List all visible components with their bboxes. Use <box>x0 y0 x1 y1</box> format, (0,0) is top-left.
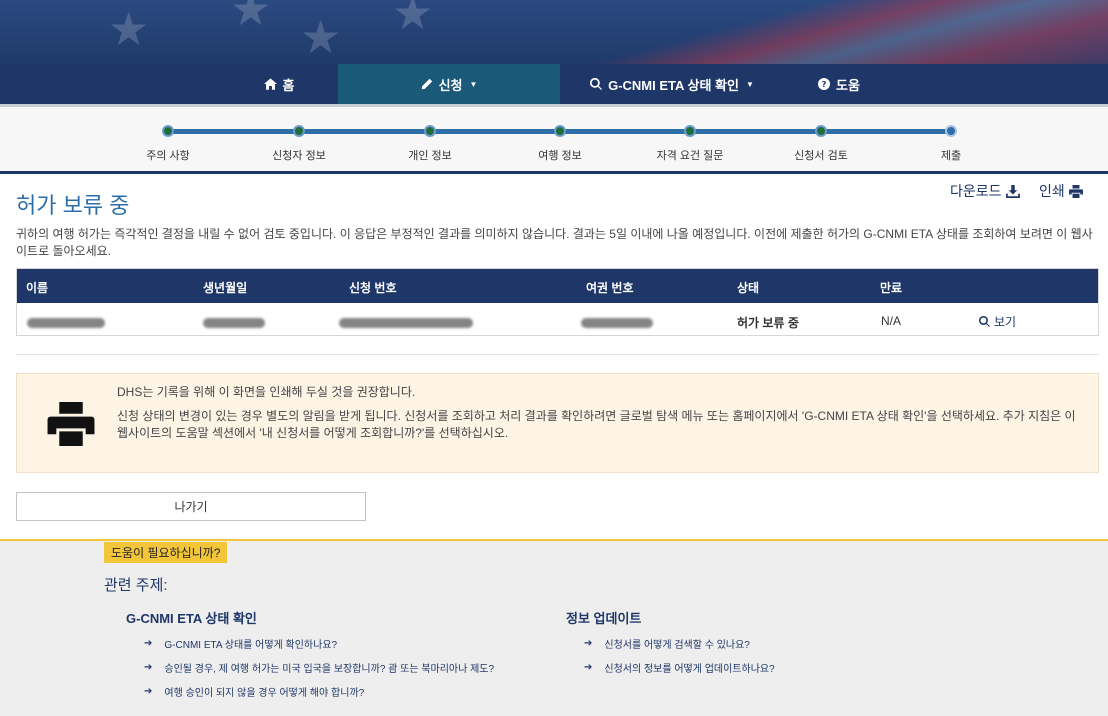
printer-icon <box>47 402 95 446</box>
arrow-right-icon: ➔ <box>144 638 153 649</box>
help-badge: 도움이 필요하십니까? <box>104 542 228 563</box>
help-link[interactable]: ➔ 여행 승인이 되지 않을 경우 어떻게 해야 합니까? <box>144 684 364 699</box>
step-dot <box>293 125 305 137</box>
help-link-label: G-CNMI ETA 상태를 어떻게 확인하나요? <box>164 640 338 651</box>
print-notice: DHS는 기록을 위해 이 화면을 인쇄해 두실 것을 권장합니다. 신청 상태… <box>16 373 1099 473</box>
step-label: 제출 <box>940 150 962 162</box>
nav-status-check-label: G-CNMI ETA 상태 확인 <box>608 77 739 93</box>
status-description: 귀하의 여행 허가는 즉각적인 결정을 내릴 수 없어 검토 중입니다. 이 응… <box>16 227 1093 258</box>
help-link-label: 신청서를 어떻게 검색할 수 있나요? <box>604 640 750 651</box>
step-label: 자격 요건 질문 <box>656 150 724 162</box>
star-decoration: ★ <box>108 3 150 55</box>
nav-help[interactable]: ? 도움 <box>784 64 894 104</box>
related-topics-title: 관련 주제: <box>104 577 168 594</box>
caret-down-icon: ▼ <box>469 79 478 89</box>
arrow-right-icon: ➔ <box>144 686 153 697</box>
application-table: 이름 생년월일 신청 번호 여권 번호 상태 만료 허가 보류 중 N/A 보기 <box>16 268 1099 336</box>
table-header: 이름 생년월일 신청 번호 여권 번호 상태 만료 <box>17 269 1098 303</box>
redacted-app-number <box>339 318 473 328</box>
view-link[interactable]: 보기 <box>979 313 1016 330</box>
arrow-right-icon: ➔ <box>584 638 593 649</box>
nav-status-check[interactable]: G-CNMI ETA 상태 확인 ▼ <box>560 64 784 104</box>
help-col-update-title: 정보 업데이트 <box>566 611 642 626</box>
exit-button[interactable]: 나가기 <box>16 492 366 521</box>
arrow-right-icon: ➔ <box>584 662 593 673</box>
print-label: 인쇄 <box>1039 183 1065 199</box>
help-link[interactable]: ➔ 승인될 경우, 제 여행 허가는 미국 입국을 보장합니까? 괌 또는 북마… <box>144 660 494 675</box>
help-link[interactable]: ➔ G-CNMI ETA 상태를 어떻게 확인하나요? <box>144 636 337 651</box>
col-dob: 생년월일 <box>203 281 248 295</box>
redacted-passport <box>581 318 653 328</box>
arrow-right-icon: ➔ <box>144 662 153 673</box>
col-expiry: 만료 <box>880 281 903 295</box>
star-decoration: ★ <box>392 0 434 39</box>
header-banner: ★ ★ ★ ★ <box>0 0 1108 64</box>
step-label: 개인 정보 <box>408 150 452 162</box>
help-link-label: 신청서의 정보를 어떻게 업데이트하나요? <box>604 664 775 675</box>
search-icon <box>979 316 990 327</box>
notice-line-2: 신청 상태의 변경이 있는 경우 별도의 알림을 받게 됩니다. 신청서를 조회… <box>117 409 1076 440</box>
print-button[interactable]: 인쇄 <box>1039 181 1083 201</box>
row-status: 허가 보류 중 <box>737 316 799 330</box>
step-dot-current <box>945 125 957 137</box>
step-label: 신청자 정보 <box>272 150 326 162</box>
pencil-icon <box>421 78 432 90</box>
nav-home[interactable]: 홈 <box>220 64 338 104</box>
redacted-dob <box>203 318 265 328</box>
help-link[interactable]: ➔ 신청서를 어떻게 검색할 수 있나요? <box>584 636 750 651</box>
question-circle-icon: ? <box>818 78 831 90</box>
download-icon <box>1005 184 1020 198</box>
page-title: 허가 보류 중 <box>16 193 130 218</box>
col-app-number: 신청 번호 <box>349 281 397 295</box>
step-dot <box>424 125 436 137</box>
help-section: 도움이 필요하십니까? 관련 주제: G-CNMI ETA 상태 확인 ➔ G-… <box>0 539 1108 716</box>
step-dot <box>554 125 566 137</box>
help-col-status-title: G-CNMI ETA 상태 확인 <box>126 611 257 626</box>
nav-apply[interactable]: 신청 ▼ <box>338 64 560 104</box>
nav-help-label: 도움 <box>836 77 860 93</box>
download-button[interactable]: 다운로드 <box>950 181 1020 201</box>
step-label: 주의 사항 <box>146 150 190 162</box>
divider <box>16 354 1099 355</box>
printer-icon <box>1068 184 1083 198</box>
star-decoration: ★ <box>230 0 272 35</box>
star-decoration: ★ <box>300 11 342 63</box>
col-passport: 여권 번호 <box>586 281 634 295</box>
nav-home-label: 홈 <box>282 77 295 93</box>
help-link-label: 여행 승인이 되지 않을 경우 어떻게 해야 합니까? <box>164 688 365 699</box>
help-link-label: 승인될 경우, 제 여행 허가는 미국 입국을 보장합니까? 괌 또는 북마리아… <box>164 664 495 675</box>
step-dot <box>162 125 174 137</box>
col-name: 이름 <box>26 281 49 295</box>
step-dot <box>815 125 827 137</box>
view-link-label: 보기 <box>994 315 1017 329</box>
flag-stripes <box>548 0 1108 64</box>
redacted-name <box>27 318 105 328</box>
search-icon <box>590 78 603 90</box>
step-label: 여행 정보 <box>538 150 582 162</box>
nav-apply-label: 신청 <box>438 77 463 93</box>
step-dot <box>684 125 696 137</box>
svg-text:?: ? <box>822 79 827 89</box>
step-label: 신청서 검토 <box>794 150 848 162</box>
download-label: 다운로드 <box>950 183 1002 199</box>
progress-tracker: 주의 사항 신청자 정보 개인 정보 여행 정보 자격 요건 질문 신청서 검토… <box>0 104 1108 174</box>
col-status: 상태 <box>737 281 760 295</box>
main-nav: 홈 신청 ▼ G-CNMI ETA 상태 확인 ▼ ? 도움 <box>0 64 1108 104</box>
caret-down-icon: ▼ <box>745 79 754 89</box>
help-link[interactable]: ➔ 신청서의 정보를 어떻게 업데이트하나요? <box>584 660 775 675</box>
home-icon <box>263 78 277 90</box>
row-expiry: N/A <box>881 314 902 328</box>
notice-line-1: DHS는 기록을 위해 이 화면을 인쇄해 두실 것을 권장합니다. <box>117 385 416 399</box>
